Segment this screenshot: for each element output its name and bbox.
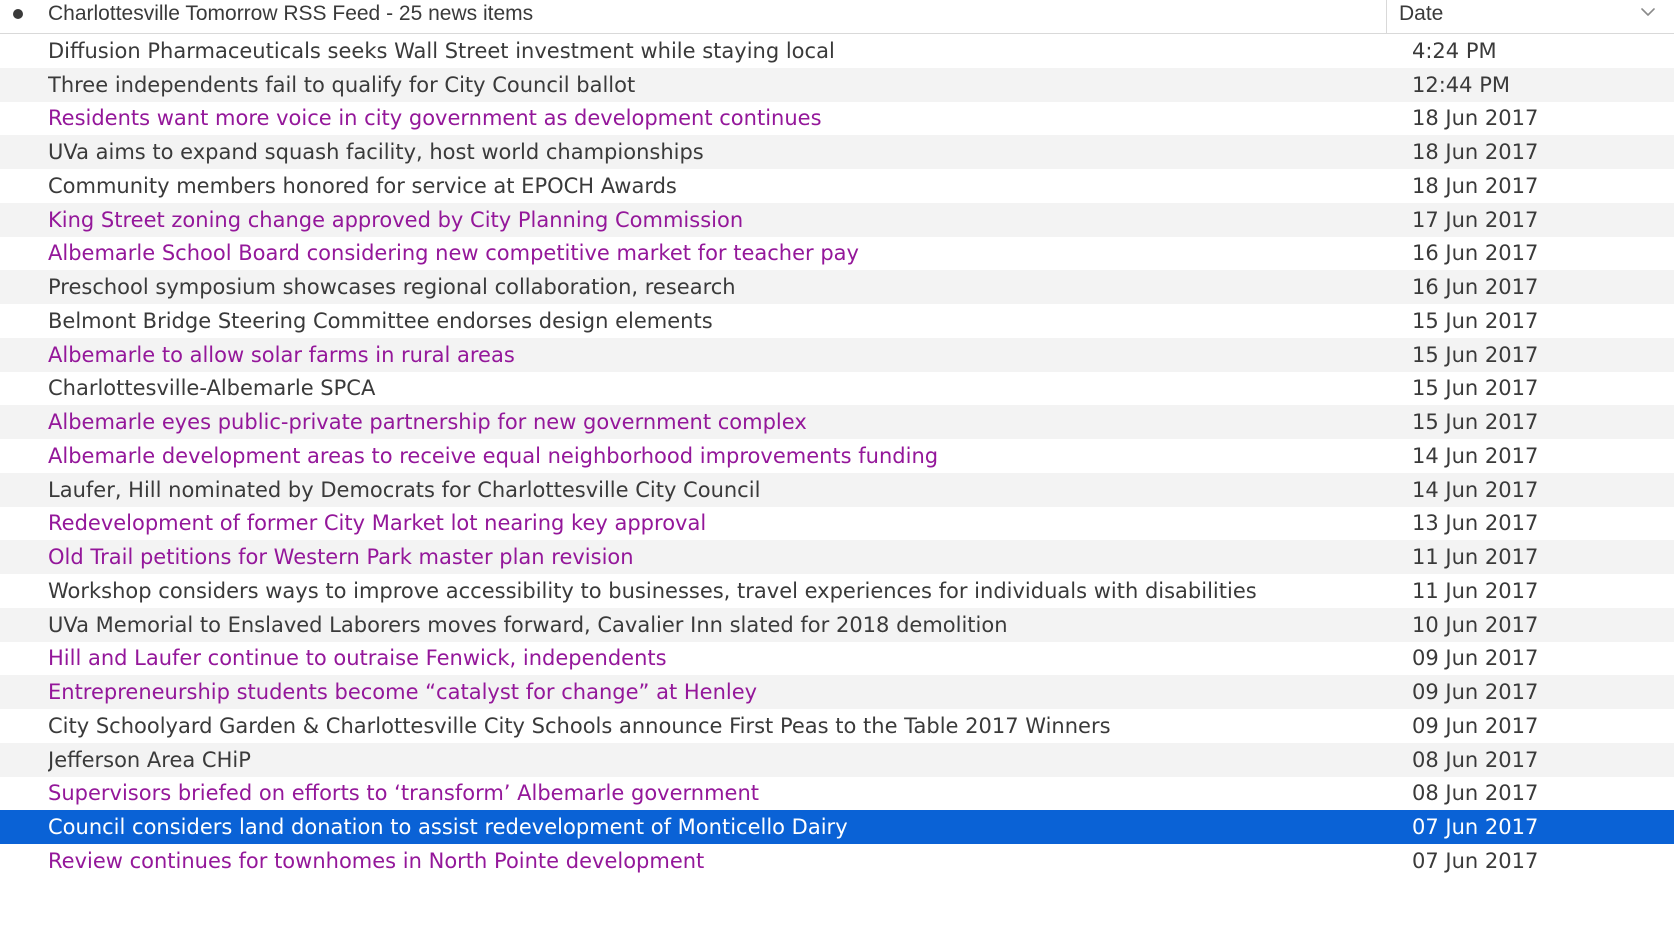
feed-item-date: 12:44 PM — [1412, 72, 1510, 97]
feed-item-date: 14 Jun 2017 — [1412, 477, 1539, 502]
feed-item-date: 11 Jun 2017 — [1412, 578, 1539, 603]
feed-item-row[interactable]: UVa Memorial to Enslaved Laborers moves … — [0, 607, 1674, 642]
feed-item-date: 16 Jun 2017 — [1412, 275, 1539, 300]
feed-item-title[interactable]: Charlottesville-Albemarle SPCA — [48, 376, 1398, 400]
feed-item-row[interactable]: Council considers land donation to assis… — [0, 810, 1674, 844]
feed-item-title[interactable]: Albemarle to allow solar farms in rural … — [48, 343, 1398, 367]
feed-item-row[interactable]: Three independents fail to qualify for C… — [0, 67, 1674, 102]
feed-item-row[interactable]: UVa aims to expand squash facility, host… — [0, 135, 1674, 169]
feed-item-date: 09 Jun 2017 — [1412, 646, 1539, 671]
feed-item-row[interactable]: Albemarle development areas to receive e… — [0, 439, 1674, 473]
feed-rows: Diffusion Pharmaceuticals seeks Wall Str… — [0, 34, 1674, 878]
feed-item-date: 09 Jun 2017 — [1412, 680, 1539, 705]
feed-item-title[interactable]: Albemarle eyes public-private partnershi… — [48, 410, 1398, 434]
feed-item-date: 15 Jun 2017 — [1412, 342, 1539, 367]
feed-item-date: 08 Jun 2017 — [1412, 747, 1539, 772]
list-header: Charlottesville Tomorrow RSS Feed - 25 n… — [0, 0, 1674, 34]
feed-item-date: 14 Jun 2017 — [1412, 443, 1539, 468]
feed-item-row[interactable]: Charlottesville-Albemarle SPCA 15 Jun 201… — [0, 372, 1674, 406]
feed-item-title[interactable]: Hill and Laufer continue to outraise Fen… — [48, 646, 1398, 670]
feed-item-date: 16 Jun 2017 — [1412, 241, 1539, 266]
date-column-header[interactable]: Date — [1386, 0, 1674, 33]
feed-item-row[interactable]: Belmont Bridge Steering Committee endors… — [0, 304, 1674, 338]
chevron-down-icon[interactable] — [1638, 2, 1658, 22]
feed-item-row[interactable]: Redevelopment of former City Market lot … — [0, 507, 1674, 541]
feed-item-row[interactable]: Supervisors briefed on efforts to ‘trans… — [0, 777, 1674, 811]
feed-item-title[interactable]: Belmont Bridge Steering Committee endors… — [48, 309, 1398, 333]
feed-item-row[interactable]: Albemarle eyes public-private partnershi… — [0, 405, 1674, 439]
feed-item-title[interactable]: Entrepreneurship students become “cataly… — [48, 680, 1398, 704]
feed-item-row[interactable]: Albemarle to allow solar farms in rural … — [0, 337, 1674, 372]
feed-item-date: 08 Jun 2017 — [1412, 781, 1539, 806]
feed-item-title[interactable]: UVa aims to expand squash facility, host… — [48, 140, 1398, 164]
feed-item-date: 10 Jun 2017 — [1412, 612, 1539, 637]
feed-item-date: 15 Jun 2017 — [1412, 376, 1539, 401]
feed-item-title[interactable]: Council considers land donation to assis… — [48, 815, 1398, 839]
feed-item-date: 07 Jun 2017 — [1412, 815, 1539, 840]
feed-item-title[interactable]: Three independents fail to qualify for C… — [48, 73, 1398, 97]
feed-item-row[interactable]: Diffusion Pharmaceuticals seeks Wall Str… — [0, 34, 1674, 68]
feed-item-row[interactable]: Preschool symposium showcases regional c… — [0, 270, 1674, 304]
feed-item-title[interactable]: Supervisors briefed on efforts to ‘trans… — [48, 781, 1398, 805]
feed-item-title[interactable]: Albemarle School Board considering new c… — [48, 241, 1398, 265]
status-column-header[interactable] — [0, 0, 36, 30]
feed-item-row[interactable]: King Street zoning change approved by Ci… — [0, 202, 1674, 237]
unread-dot-icon — [13, 8, 23, 19]
feed-item-date: 17 Jun 2017 — [1412, 207, 1539, 232]
feed-item-row[interactable]: Review continues for townhomes in North … — [0, 844, 1674, 878]
feed-item-date: 15 Jun 2017 — [1412, 308, 1539, 333]
feed-item-title[interactable]: Community members honored for service at… — [48, 174, 1398, 198]
feed-item-title[interactable]: Diffusion Pharmaceuticals seeks Wall Str… — [48, 39, 1398, 63]
feed-item-row[interactable]: Albemarle School Board considering new c… — [0, 237, 1674, 271]
feed-item-date: 07 Jun 2017 — [1412, 848, 1539, 873]
feed-item-row[interactable]: Entrepreneurship students become “cataly… — [0, 675, 1674, 709]
feed-item-title[interactable]: Preschool symposium showcases regional c… — [48, 275, 1398, 299]
feed-item-title[interactable]: City Schoolyard Garden & Charlottesville… — [48, 714, 1398, 738]
feed-item-row[interactable]: Residents want more voice in city govern… — [0, 102, 1674, 136]
feed-item-date: 18 Jun 2017 — [1412, 106, 1539, 131]
feed-item-title[interactable]: Workshop considers ways to improve acces… — [48, 579, 1398, 603]
feed-item-title[interactable]: Residents want more voice in city govern… — [48, 106, 1398, 130]
feed-item-title[interactable]: King Street zoning change approved by Ci… — [48, 208, 1398, 232]
feed-item-row[interactable]: City Schoolyard Garden & Charlottesville… — [0, 709, 1674, 743]
feed-item-date: 18 Jun 2017 — [1412, 140, 1539, 165]
feed-item-row[interactable]: Old Trail petitions for Western Park mas… — [0, 540, 1674, 574]
feed-item-date: 15 Jun 2017 — [1412, 410, 1539, 435]
feed-item-date: 13 Jun 2017 — [1412, 511, 1539, 536]
feed-item-title[interactable]: Redevelopment of former City Market lot … — [48, 511, 1398, 535]
feed-title-column-header[interactable]: Charlottesville Tomorrow RSS Feed - 25 n… — [36, 0, 1386, 30]
feed-item-title[interactable]: Old Trail petitions for Western Park mas… — [48, 545, 1398, 569]
feed-item-title[interactable]: Review continues for townhomes in North … — [48, 849, 1398, 873]
feed-item-date: 09 Jun 2017 — [1412, 713, 1539, 738]
feed-item-row[interactable]: Jefferson Area CHiP 08 Jun 2017 — [0, 742, 1674, 777]
feed-item-row[interactable]: Community members honored for service at… — [0, 169, 1674, 203]
feed-item-date: 11 Jun 2017 — [1412, 545, 1539, 570]
feed-item-row[interactable]: Laufer, Hill nominated by Democrats for … — [0, 472, 1674, 507]
feed-item-title[interactable]: Albemarle development areas to receive e… — [48, 444, 1398, 468]
feed-item-title[interactable]: UVa Memorial to Enslaved Laborers moves … — [48, 613, 1398, 637]
feed-item-row[interactable]: Workshop considers ways to improve acces… — [0, 574, 1674, 608]
feed-item-date: 4:24 PM — [1412, 38, 1497, 63]
feed-item-list: Charlottesville Tomorrow RSS Feed - 25 n… — [0, 0, 1674, 946]
feed-item-title[interactable]: Laufer, Hill nominated by Democrats for … — [48, 478, 1398, 502]
feed-item-date: 18 Jun 2017 — [1412, 173, 1539, 198]
feed-item-title[interactable]: Jefferson Area CHiP — [48, 748, 1398, 772]
date-column-label: Date — [1399, 1, 1444, 25]
feed-item-row[interactable]: Hill and Laufer continue to outraise Fen… — [0, 642, 1674, 676]
